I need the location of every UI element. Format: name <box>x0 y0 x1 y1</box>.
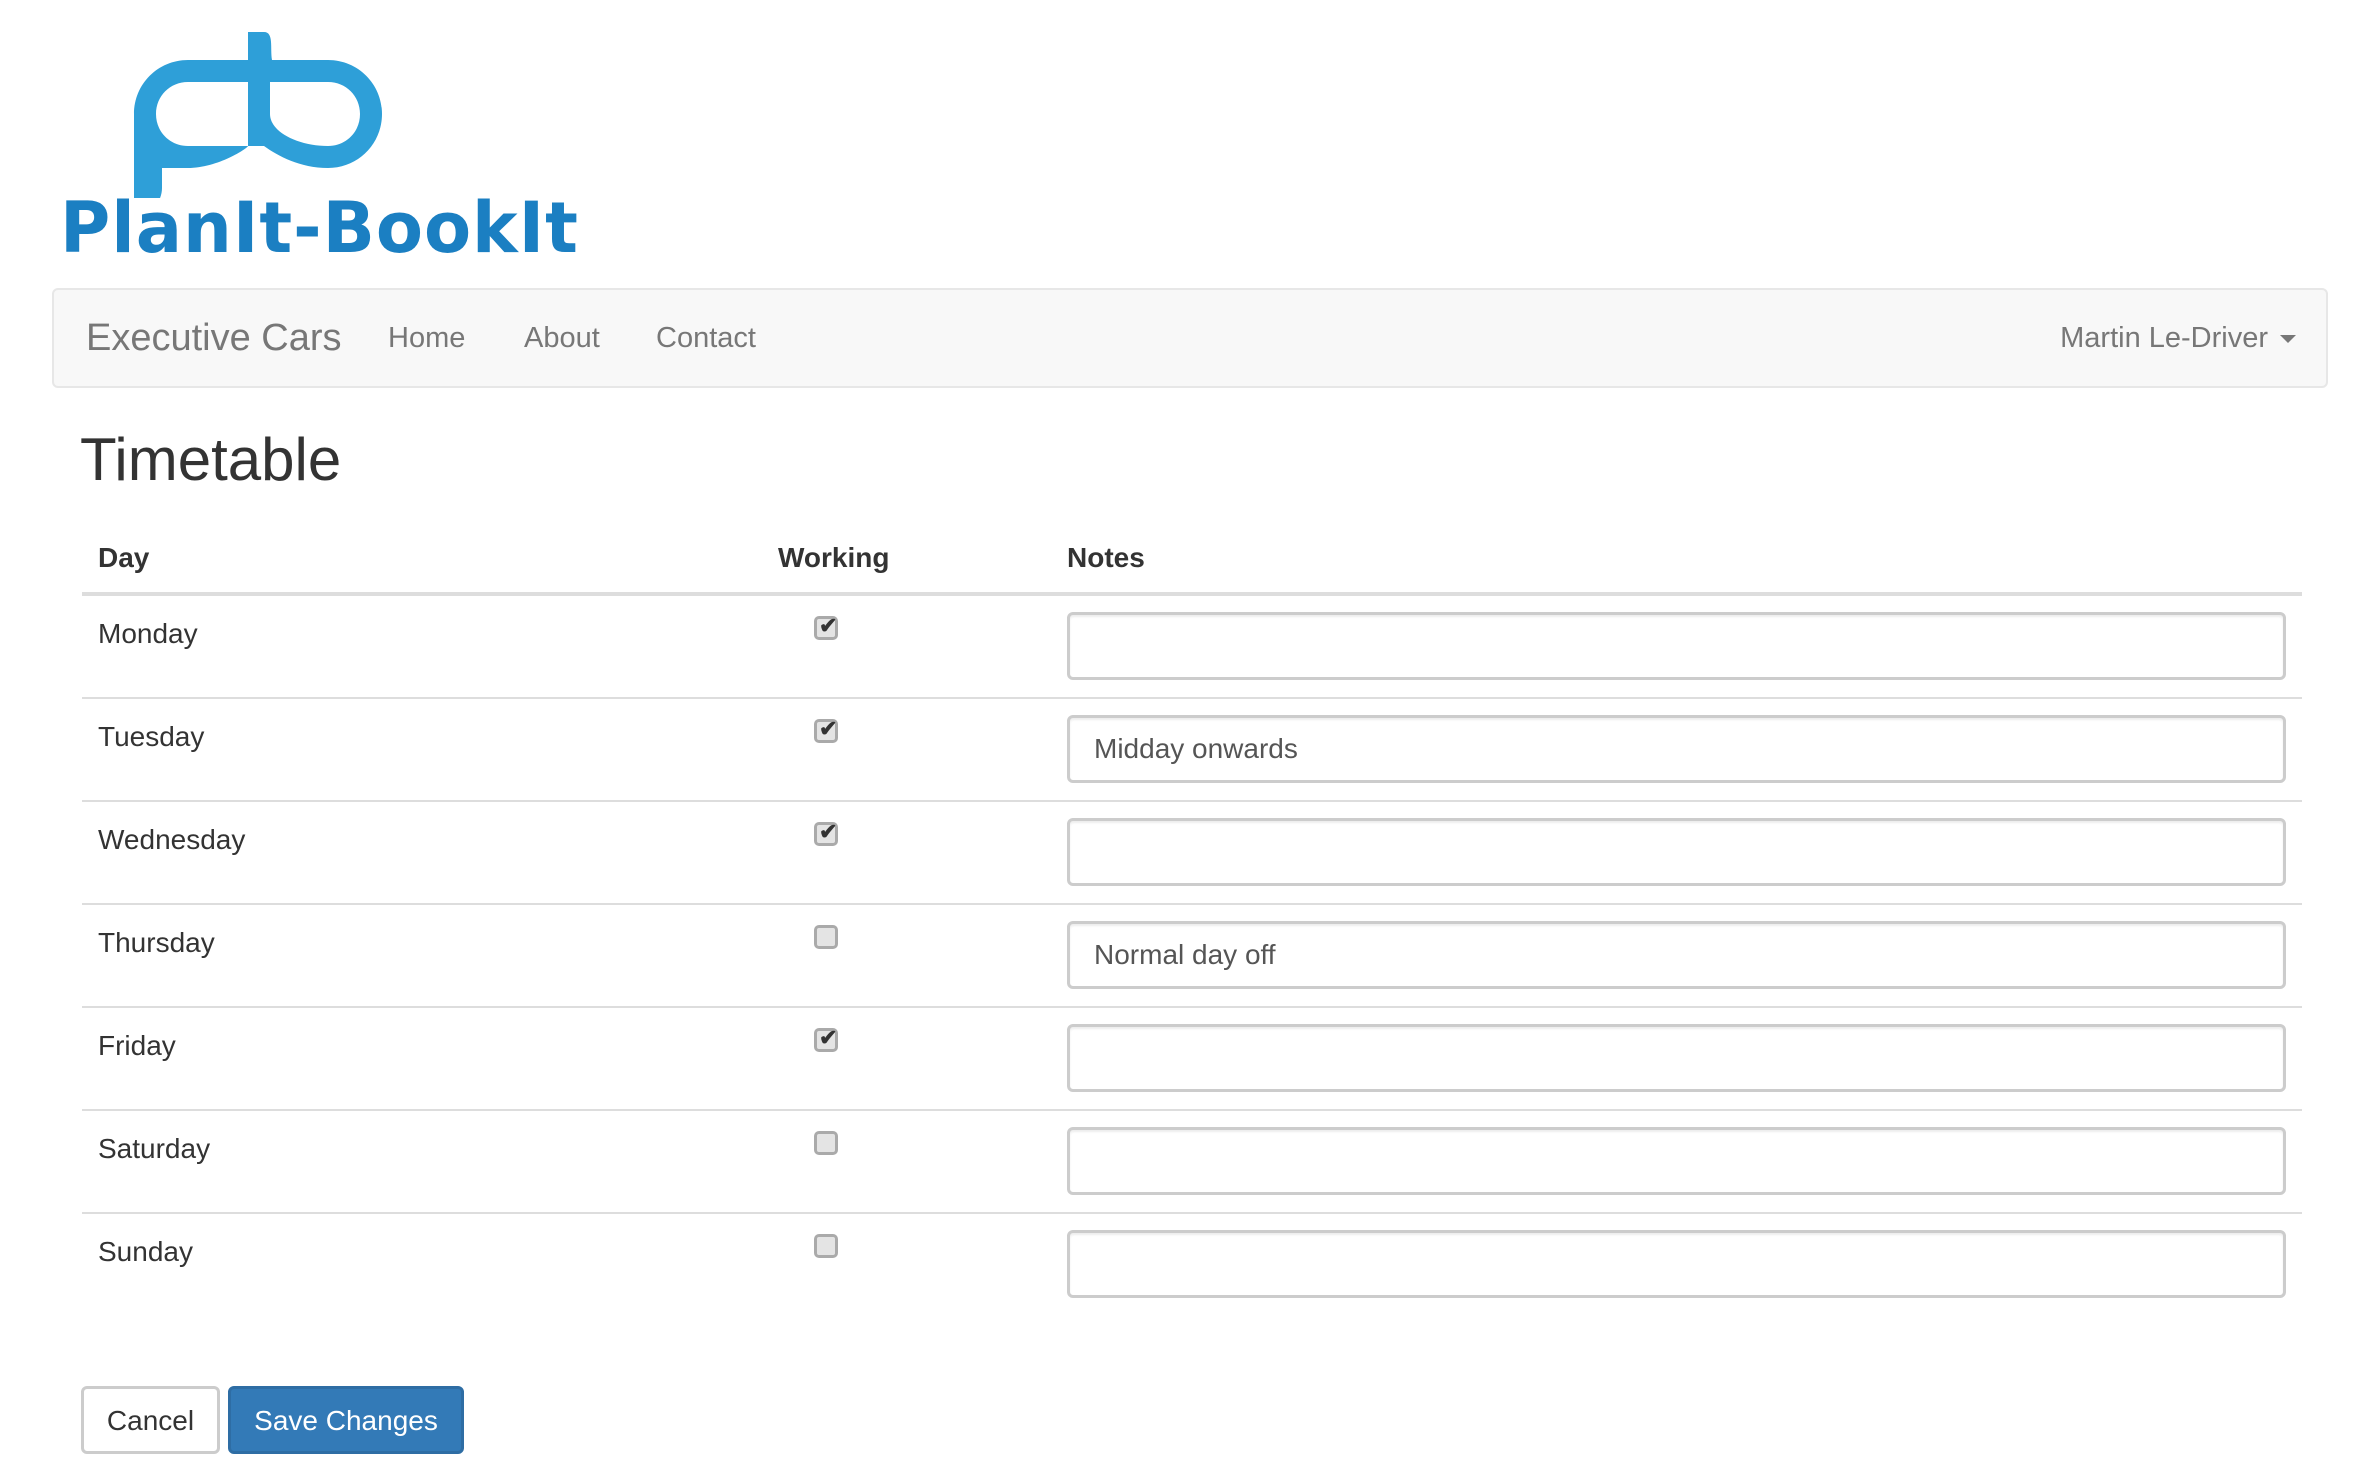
table-header-row: Day Working Notes <box>82 520 2302 596</box>
table-row: Thursday <box>82 905 2302 1008</box>
nav-link-contact[interactable]: Contact <box>656 290 756 386</box>
notes-input[interactable] <box>1067 1024 2286 1092</box>
notes-input[interactable] <box>1067 921 2286 989</box>
working-checkbox[interactable]: ✔ <box>814 1025 838 1052</box>
notes-input[interactable] <box>1067 1127 2286 1195</box>
working-checkbox[interactable]: ✔ <box>814 716 838 743</box>
save-changes-button[interactable]: Save Changes <box>228 1386 464 1454</box>
table-row: Sunday <box>82 1214 2302 1315</box>
day-label: Friday <box>98 1030 176 1061</box>
table-row: Saturday <box>82 1111 2302 1214</box>
nav-link-about[interactable]: About <box>524 290 600 386</box>
working-checkbox[interactable] <box>814 1131 838 1155</box>
table-row: Monday ✔ <box>82 596 2302 699</box>
logo-text: PlanIt-BookIt <box>60 187 579 269</box>
navbar-brand[interactable]: Executive Cars <box>86 290 342 386</box>
user-name: Martin Le-Driver <box>2060 322 2268 354</box>
column-header-working: Working <box>778 542 890 573</box>
check-icon: ✔ <box>819 819 838 844</box>
cancel-button[interactable]: Cancel <box>81 1386 220 1454</box>
check-icon: ✔ <box>819 716 838 741</box>
user-menu-dropdown[interactable]: Martin Le-Driver <box>2060 290 2296 386</box>
day-label: Saturday <box>98 1133 211 1164</box>
table-row: Tuesday ✔ <box>82 699 2302 802</box>
working-checkbox[interactable] <box>814 1234 838 1258</box>
navbar: Executive Cars Home About Contact Martin… <box>52 288 2328 388</box>
page-title: Timetable <box>80 426 342 493</box>
day-label: Monday <box>98 618 198 649</box>
day-label: Tuesday <box>98 721 205 752</box>
day-label: Wednesday <box>98 824 246 855</box>
check-icon: ✔ <box>819 613 838 638</box>
timetable-table: Day Working Notes Monday ✔ Tuesday ✔ Wed… <box>82 520 2302 1315</box>
working-checkbox[interactable]: ✔ <box>814 613 838 640</box>
planit-bookit-logo[interactable]: PlanIt-BookIt <box>58 28 578 268</box>
notes-input[interactable] <box>1067 1230 2286 1298</box>
working-checkbox[interactable] <box>814 925 838 949</box>
notes-input[interactable] <box>1067 612 2286 680</box>
table-row: Wednesday ✔ <box>82 802 2302 905</box>
notes-input[interactable] <box>1067 818 2286 886</box>
caret-down-icon <box>2280 335 2296 344</box>
day-label: Thursday <box>98 927 215 958</box>
day-label: Sunday <box>98 1236 193 1267</box>
column-header-notes: Notes <box>1067 542 1145 573</box>
pb-monogram-icon <box>134 32 382 198</box>
working-checkbox[interactable]: ✔ <box>814 819 838 846</box>
column-header-day: Day <box>98 542 150 573</box>
table-row: Friday ✔ <box>82 1008 2302 1111</box>
nav-link-home[interactable]: Home <box>388 290 465 386</box>
check-icon: ✔ <box>819 1025 838 1050</box>
notes-input[interactable] <box>1067 715 2286 783</box>
